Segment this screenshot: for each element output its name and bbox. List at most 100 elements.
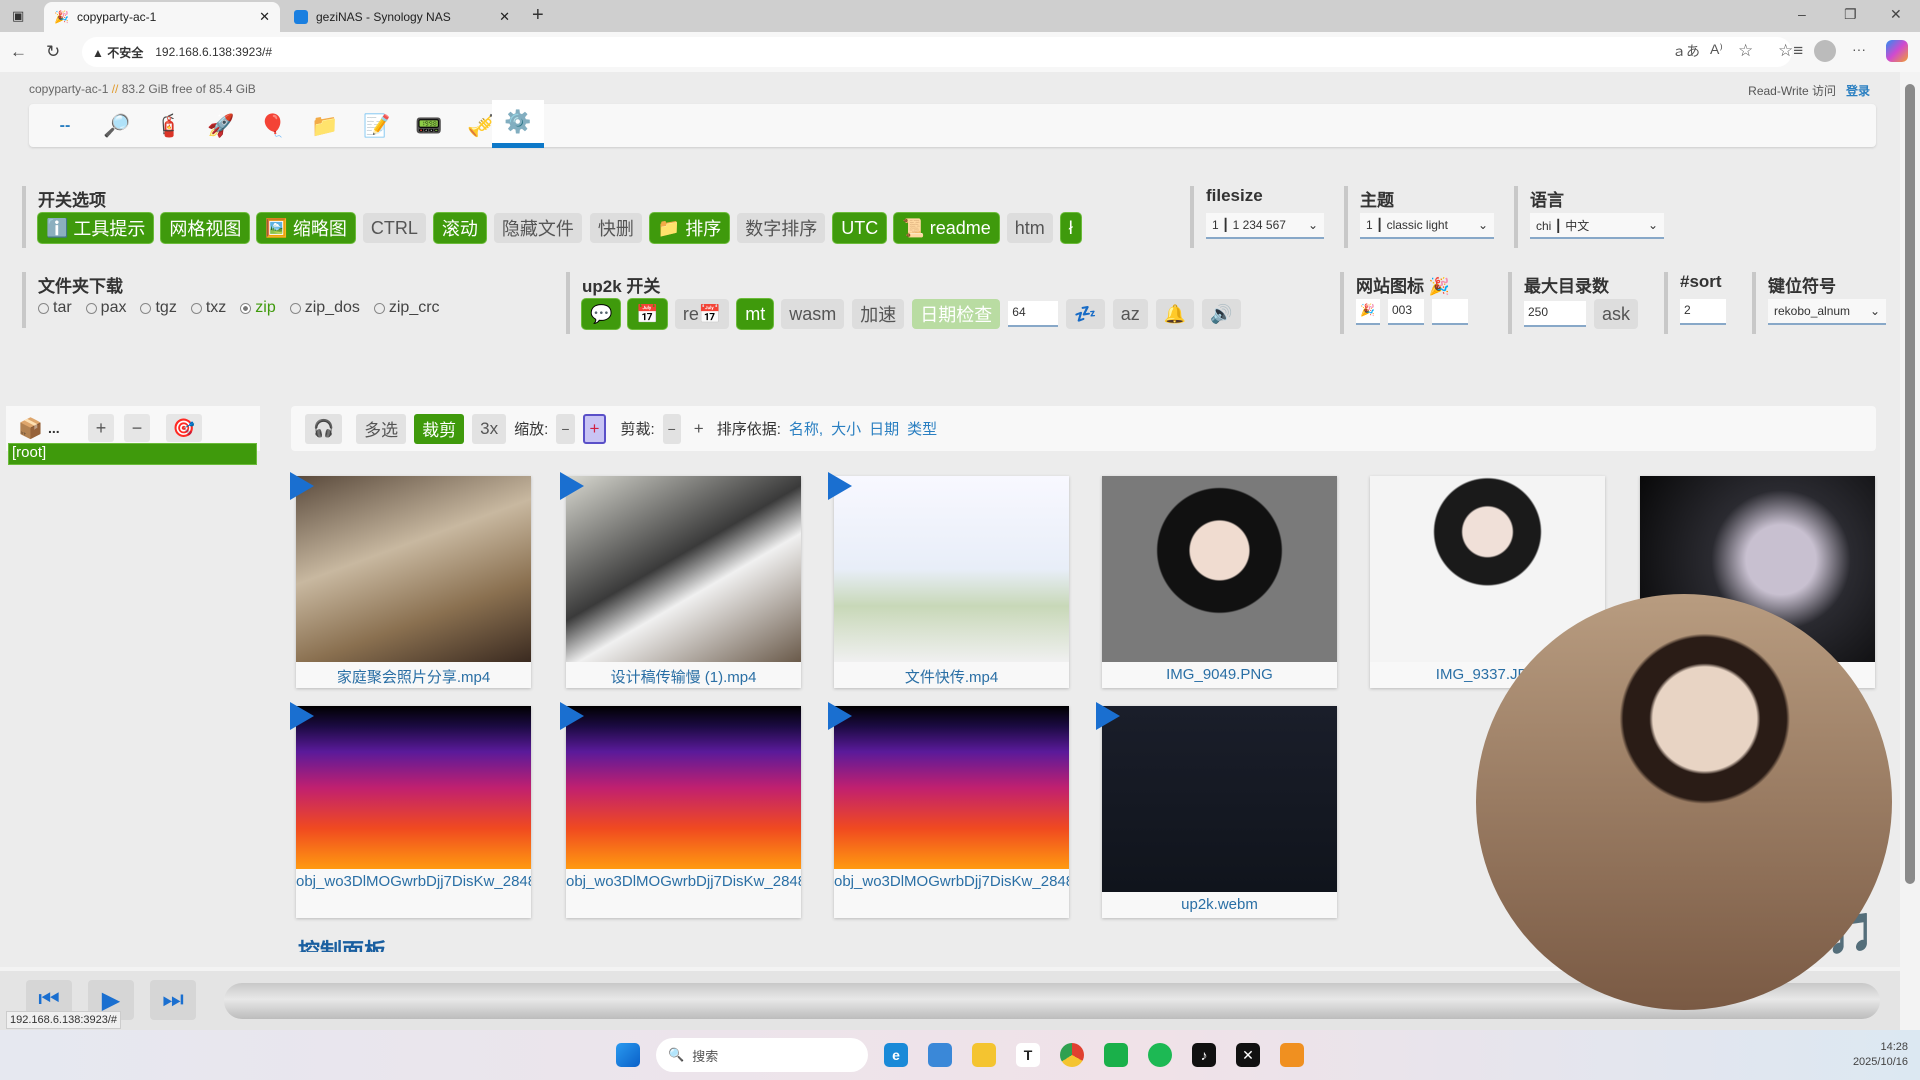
radio-circle[interactable] <box>290 303 301 314</box>
back-icon[interactable]: ← <box>10 42 27 62</box>
favorite-star-icon[interactable]: ☆ <box>1738 41 1753 61</box>
file-tile[interactable]: IMG_9049.PNG <box>1102 476 1337 688</box>
keymap-select[interactable]: rekobo_alnum⌄ <box>1768 299 1886 325</box>
file-tile[interactable]: obj_wo3DlMOGwrbDjj7DisKw_28481688216_9d3… <box>566 706 801 918</box>
profile-avatar[interactable] <box>1814 40 1836 62</box>
maxdirs-input[interactable]: 250 <box>1524 301 1586 327</box>
tree-more[interactable]: ... <box>48 420 60 436</box>
toggle-button[interactable]: 隐藏文件 <box>494 213 582 243</box>
radio-circle[interactable] <box>374 303 385 314</box>
toggle-button[interactable]: 🖼️缩略图 <box>257 213 354 243</box>
language-select[interactable]: chi ┃ 中文⌄ <box>1530 213 1664 239</box>
file-thumbnail[interactable] <box>834 706 1069 869</box>
up2k-toggle-button[interactable]: re📅 <box>675 299 729 329</box>
toggle-button[interactable]: 📜readme <box>894 213 998 243</box>
file-tile[interactable]: 文件快传.mp4 <box>834 476 1069 688</box>
capcut-icon[interactable]: ✕ <box>1236 1043 1260 1067</box>
file-name-link[interactable]: obj_wo3DlMOGwrbDjj7DisKw_28481683094_ec0… <box>296 872 531 892</box>
up2k-toggle-button[interactable]: mt <box>737 299 773 329</box>
tab-gezinas[interactable]: geziNAS - Synology NAS ✕ <box>284 2 520 32</box>
target-icon[interactable]: 🎯 <box>166 414 202 442</box>
sort-by-size-link[interactable]: 大小 <box>831 418 861 439</box>
up2k-toggle-button[interactable]: 日期检查 <box>912 299 1000 329</box>
unpost-button[interactable]: 🧯 <box>147 108 191 144</box>
radio-circle[interactable] <box>86 303 97 314</box>
settings-button[interactable]: ⚙️ <box>492 100 544 148</box>
chrome-icon[interactable] <box>1060 1043 1084 1067</box>
crop-button[interactable]: 裁剪 <box>414 414 464 444</box>
file-thumbnail[interactable] <box>1102 476 1337 662</box>
trim-minus-button[interactable]: − <box>663 414 681 444</box>
spotify-icon[interactable] <box>1148 1043 1172 1067</box>
tab-actions-icon[interactable]: ▣ <box>12 8 24 24</box>
ask-button[interactable]: ask <box>1594 299 1638 329</box>
file-tile[interactable]: up2k.webm <box>1102 706 1337 918</box>
new-file-button[interactable]: 📝 <box>355 108 399 144</box>
download-format-radio[interactable]: zip_dos <box>290 299 360 317</box>
toggle-button[interactable]: 数字排序 <box>737 213 825 243</box>
scrollbar-thumb[interactable] <box>1905 84 1915 884</box>
download-format-radio[interactable]: pax <box>86 299 127 317</box>
file-thumbnail[interactable] <box>834 476 1069 662</box>
download-format-radio[interactable]: tar <box>38 299 72 317</box>
next-track-button[interactable]: ⏭ <box>150 980 196 1020</box>
tree-expand-button[interactable]: + <box>88 414 114 442</box>
zoom-in-button[interactable]: + <box>583 414 607 444</box>
sort-by-name-link[interactable]: 名称, <box>789 418 823 439</box>
favicon-color-input[interactable]: 003 <box>1388 299 1424 325</box>
close-tab-icon[interactable]: ✕ <box>499 9 510 25</box>
file-name-link[interactable]: up2k.webm <box>1102 896 1337 913</box>
radio-circle[interactable] <box>191 303 202 314</box>
file-name-link[interactable]: 设计稿传输慢 (1).mp4 <box>566 666 801 687</box>
close-window-icon[interactable]: ✕ <box>1890 6 1902 23</box>
download-format-radio[interactable]: zip <box>240 299 275 317</box>
url-field[interactable]: ▲ 不安全 192.168.6.138:3923/# <box>82 37 1792 67</box>
minimize-icon[interactable]: – <box>1798 6 1806 22</box>
file-name-link[interactable]: 文件快传.mp4 <box>834 666 1069 687</box>
file-thumbnail[interactable] <box>296 476 531 662</box>
trim-plus-button[interactable]: + <box>689 414 709 444</box>
up2k-extra-button[interactable]: 💤 <box>1066 299 1104 329</box>
file-thumbnail[interactable] <box>566 706 801 869</box>
toggle-button[interactable]: htm <box>1007 213 1053 243</box>
filesize-select[interactable]: 1 ┃ 1 234 567⌄ <box>1206 213 1324 239</box>
file-explorer-icon[interactable] <box>972 1043 996 1067</box>
file-name-link[interactable]: obj_wo3DlMOGwrbDjj7DisKw_28481798475_b41… <box>834 872 1069 892</box>
up2k-toggle-button[interactable]: wasm <box>781 299 844 329</box>
tree-collapse-button[interactable]: − <box>124 414 150 442</box>
new-folder-button[interactable]: 📁 <box>303 108 347 144</box>
clock[interactable]: 14:282025/10/16 <box>1853 1040 1908 1070</box>
reload-icon[interactable]: ↻ <box>46 42 60 62</box>
toggle-button[interactable]: ł <box>1061 213 1081 243</box>
toggle-button[interactable]: 快删 <box>590 213 642 243</box>
typora-icon[interactable]: T <box>1016 1043 1040 1067</box>
upload-button[interactable]: 🚀 <box>199 108 243 144</box>
sort-input[interactable]: 2 <box>1680 299 1726 325</box>
download-format-radio[interactable]: txz <box>191 299 226 317</box>
radio-circle[interactable] <box>140 303 151 314</box>
download-format-radio[interactable]: tgz <box>140 299 176 317</box>
3x-button[interactable]: 3x <box>472 414 506 444</box>
up2k-toggle-button[interactable]: 💬 <box>582 299 620 329</box>
read-aloud-icon[interactable]: A⁾ <box>1710 41 1723 58</box>
favicon-extra-input[interactable] <box>1432 299 1468 325</box>
sort-by-type-link[interactable]: 类型 <box>907 418 937 439</box>
file-name-link[interactable]: IMG_9049.PNG <box>1102 666 1337 683</box>
edge-icon[interactable]: e <box>884 1043 908 1067</box>
up2k-extra-button[interactable]: 🔔 <box>1156 299 1194 329</box>
message-button[interactable]: 🎈 <box>251 108 295 144</box>
chunk-size-input[interactable]: 64 <box>1008 301 1058 327</box>
file-tile[interactable]: 设计稿传输慢 (1).mp4 <box>566 476 801 688</box>
translate-icon[interactable]: ａあ <box>1672 41 1700 61</box>
copilot-icon[interactable] <box>1886 40 1908 62</box>
tree-root-item[interactable]: [root] <box>8 443 257 465</box>
radio-circle[interactable] <box>240 303 251 314</box>
restore-icon[interactable]: ❐ <box>1844 6 1857 23</box>
toggle-button[interactable]: CTRL <box>363 213 426 243</box>
download-format-radio[interactable]: zip_crc <box>374 299 440 317</box>
package-icon[interactable]: 📦 <box>18 416 43 441</box>
up2k-toggle-button[interactable]: 加速 <box>852 299 904 329</box>
file-tile[interactable]: 家庭聚会照片分享.mp4 <box>296 476 531 688</box>
close-tab-icon[interactable]: ✕ <box>259 9 270 25</box>
file-name-link[interactable]: 家庭聚会照片分享.mp4 <box>296 666 531 687</box>
